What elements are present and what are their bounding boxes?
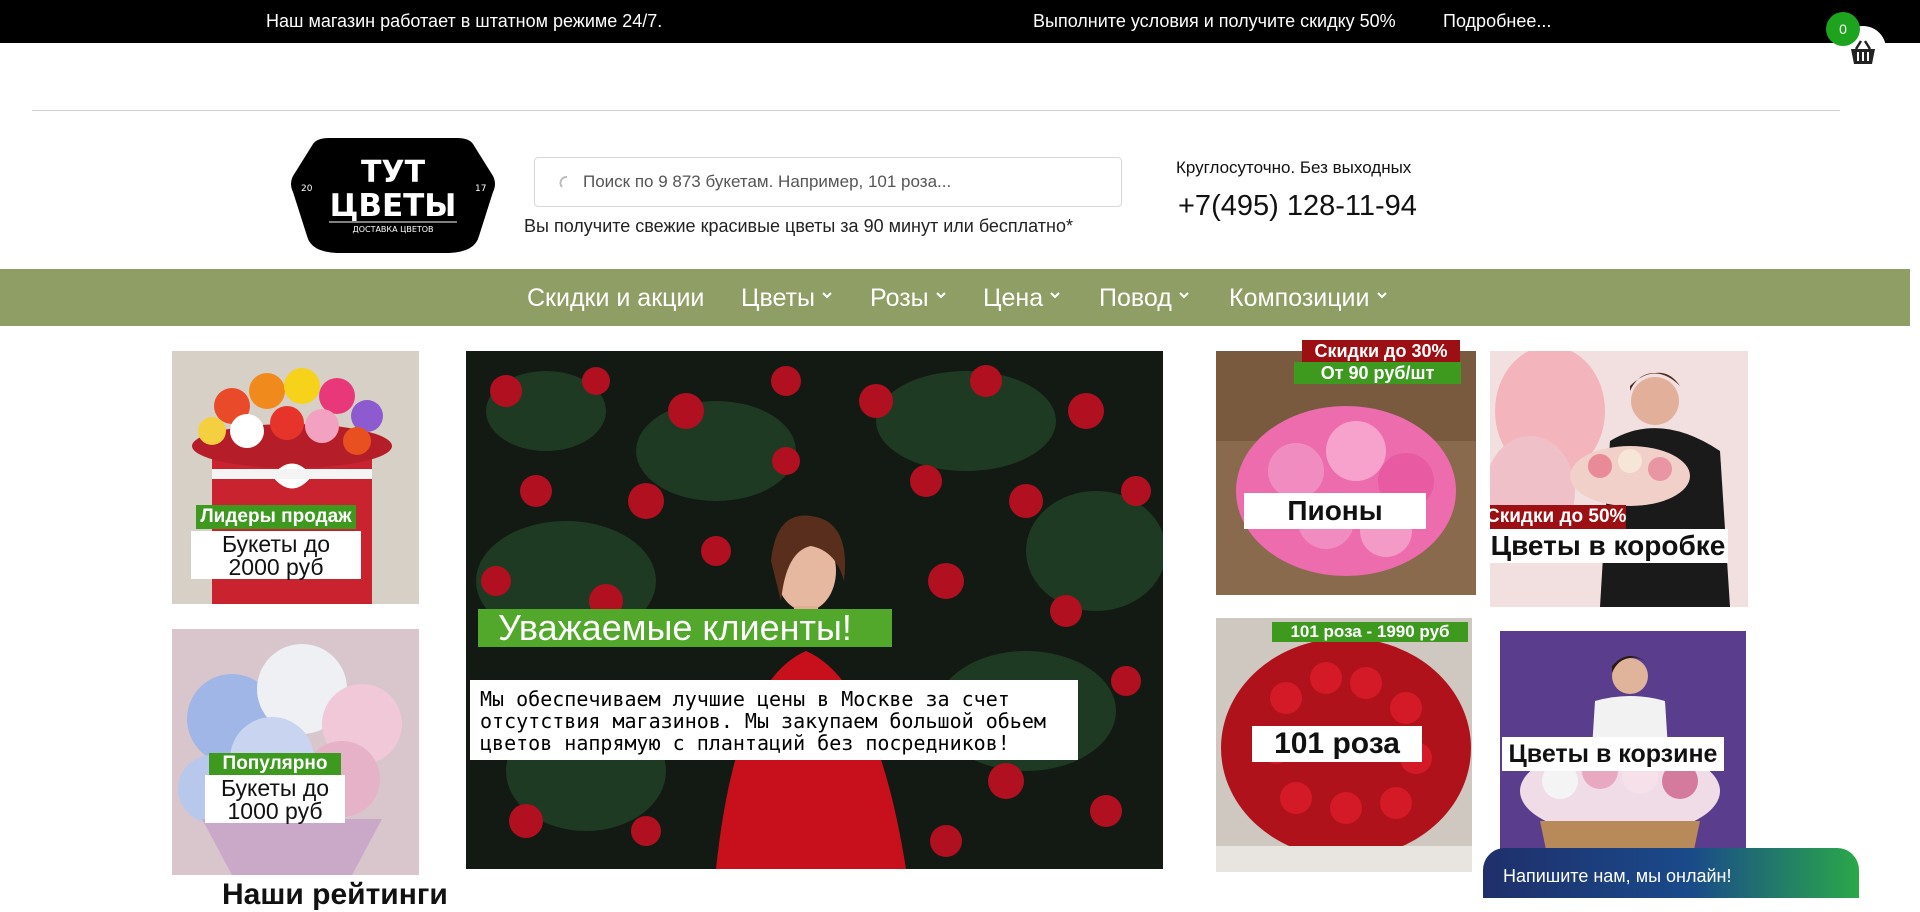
chevron-down-icon — [1050, 292, 1060, 299]
phone-number[interactable]: +7(495) 128-11-94 — [1178, 190, 1417, 223]
banner-title: Уважаемые клиенты! — [478, 609, 892, 647]
chevron-down-icon — [1376, 292, 1387, 299]
tile-bestsellers[interactable]: Лидеры продаж Букеты до 2000 руб — [172, 351, 419, 604]
logo-year-right: 17 — [475, 184, 486, 194]
chevron-down-icon — [1179, 292, 1189, 299]
tile-badge: Популярно — [209, 753, 341, 775]
tile-popular[interactable]: Популярно Букеты до 1000 руб — [172, 629, 419, 875]
delivery-tagline: Вы получите свежие красивые цветы за 90 … — [524, 216, 1073, 236]
logo-sub: ДОСТАВКА ЦВЕТОВ — [352, 225, 433, 234]
logo-line2: ЦВЕТЫ — [330, 188, 457, 224]
nav-item-occasion[interactable]: Повод — [1099, 284, 1190, 313]
woman-with-balloons-image — [1490, 351, 1748, 607]
working-hours: Круглосуточно. Без выходных — [1176, 158, 1412, 177]
chat-widget[interactable]: Напишите нам, мы онлайн! — [1483, 848, 1859, 898]
top-bar: Наш магазин работает в штатном режиме 24… — [0, 0, 1920, 43]
nav-item-price[interactable]: Цена — [983, 284, 1061, 313]
hero-banner[interactable]: Уважаемые клиенты! Мы обеспечиваем лучши… — [466, 351, 1163, 869]
ratings-heading: Наши рейтинги — [222, 878, 448, 911]
search-input[interactable] — [583, 158, 1103, 206]
site-logo[interactable]: ТУТ ЦВЕТЫ ДОСТАВКА ЦВЕТОВ 20 17 — [289, 136, 497, 255]
price-badge: 101 роза - 1990 руб — [1272, 622, 1468, 642]
chevron-down-icon — [935, 292, 946, 299]
logo-line1: ТУТ — [361, 155, 426, 190]
logo-year-left: 20 — [301, 184, 313, 194]
tile-title: Цветы в коробке — [1490, 529, 1728, 563]
cart-count-badge: 0 — [1826, 12, 1860, 46]
search-box[interactable] — [534, 157, 1122, 207]
discount-badge: Скидки до 50% — [1490, 505, 1626, 529]
nav-item-roses[interactable]: Розы — [870, 284, 947, 313]
nav-item-sales[interactable]: Скидки и акции — [527, 284, 704, 313]
tile-title: 101 роза — [1252, 726, 1422, 762]
tile-flowers-in-box[interactable]: Скидки до 50% Цветы в коробке — [1490, 351, 1748, 607]
tile-caption: Букеты до 2000 руб — [191, 531, 361, 579]
tile-caption: Букеты до 1000 руб — [205, 775, 345, 823]
cart-button[interactable]: 0 — [1826, 12, 1886, 72]
promo-text: Выполните условия и получите скидку 50% — [1033, 11, 1396, 31]
peonies-bouquet-image — [1216, 351, 1476, 595]
tile-title: Цветы в корзине — [1502, 737, 1724, 771]
hydrangea-bouquet-image — [172, 629, 419, 875]
nav-item-flowers[interactable]: Цветы — [741, 284, 833, 313]
main-nav: Скидки и акции Цветы Розы Цена Повод Ком… — [0, 269, 1910, 326]
tile-peonies[interactable]: Скидки до 30% От 90 руб/шт Пионы — [1216, 340, 1476, 595]
chevron-down-icon — [822, 292, 832, 299]
header-divider — [32, 110, 1840, 111]
more-link[interactable]: Подробнее... — [1443, 11, 1551, 32]
banner-text: Мы обеспечиваем лучшие цены в Москве за … — [470, 680, 1078, 760]
discount-badge: Скидки до 30% — [1302, 340, 1460, 362]
loading-spinner-icon — [559, 176, 568, 188]
tile-101-roses[interactable]: 101 роза - 1990 руб 101 роза — [1216, 618, 1472, 872]
nav-item-compositions[interactable]: Композиции — [1229, 284, 1388, 313]
tile-title: Пионы — [1244, 493, 1426, 529]
tile-badge: Лидеры продаж — [196, 505, 356, 529]
price-badge: От 90 руб/шт — [1294, 362, 1461, 384]
store-status-text: Наш магазин работает в штатном режиме 24… — [266, 11, 663, 31]
